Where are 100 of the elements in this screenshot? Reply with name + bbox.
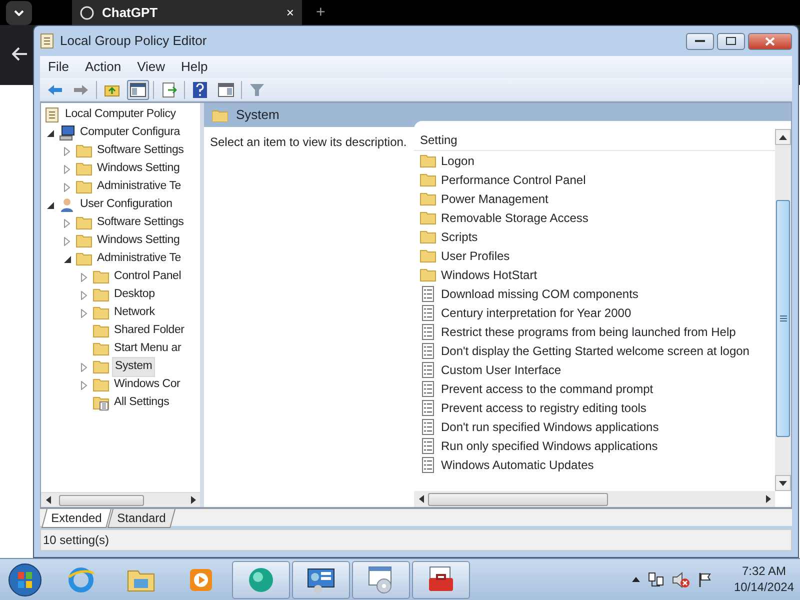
tree-item[interactable]: Administrative Te (95, 250, 183, 268)
scroll-left-icon (46, 496, 50, 504)
back-icon (47, 84, 63, 96)
menu-item[interactable]: Action (76, 57, 130, 77)
menu-item[interactable]: Help (173, 57, 216, 77)
network-icon[interactable] (648, 572, 664, 588)
expand-arrow-icon[interactable] (78, 307, 90, 319)
expand-arrow-icon[interactable] (61, 217, 73, 229)
help-icon (193, 82, 207, 98)
tree-item[interactable]: Windows Setting (95, 232, 182, 250)
new-tab-button[interactable]: + (316, 0, 326, 24)
maximize-button[interactable] (717, 32, 745, 50)
setting-name[interactable]: Scripts (441, 228, 478, 246)
tree-item[interactable]: Network (112, 304, 157, 322)
minimize-icon (695, 39, 705, 43)
minimize-button[interactable] (686, 32, 714, 50)
setting-name[interactable]: Logon (441, 152, 474, 170)
policy-icon (40, 33, 54, 49)
tree-item[interactable]: Software Settings (95, 214, 186, 232)
expand-arrow-icon[interactable] (78, 361, 90, 373)
section-title: System (236, 106, 280, 124)
computer-icon (59, 125, 75, 141)
setting-name[interactable]: Prevent access to registry editing tools (441, 398, 646, 416)
expand-arrow-icon[interactable] (78, 379, 90, 391)
folder-icon (93, 269, 109, 285)
scrollbar-thumb[interactable] (428, 492, 608, 506)
tree-item[interactable]: All Settings (112, 394, 172, 412)
setting-name[interactable]: Century interpretation for Year 2000 (441, 304, 632, 322)
folder-icon (93, 359, 109, 375)
folder-icon (420, 266, 436, 282)
setting-name[interactable]: Download missing COM components (441, 284, 638, 302)
folder-icon (420, 228, 436, 244)
folder-icon (420, 248, 436, 264)
close-button[interactable] (748, 32, 792, 50)
scroll-right-icon (766, 495, 770, 503)
window-title: Local Group Policy Editor (60, 32, 207, 50)
tree-item[interactable]: Desktop (112, 286, 157, 304)
folder-icon (93, 377, 109, 393)
tree-item[interactable]: Software Settings (95, 142, 186, 160)
setting-name[interactable]: Performance Control Panel (441, 170, 586, 188)
setting-name[interactable]: Windows Automatic Updates (441, 456, 594, 474)
expand-arrow-icon[interactable] (61, 145, 73, 157)
taskbar-button[interactable] (292, 560, 350, 598)
tree-item[interactable]: Local Computer Policy (63, 106, 178, 124)
setting-name[interactable]: Windows HotStart (441, 266, 538, 284)
tree-item[interactable]: Shared Folder (112, 322, 186, 340)
show-tree-icon (130, 82, 146, 96)
forward-icon (73, 84, 89, 96)
scrollbar-thumb[interactable] (776, 200, 790, 437)
setting-name[interactable]: Prevent access to the command prompt (441, 380, 654, 398)
tree-item[interactable]: User Configuration (78, 196, 174, 214)
scrollbar-thumb[interactable] (59, 494, 144, 506)
view-tab[interactable]: Standard (107, 509, 175, 528)
column-header[interactable]: Setting (414, 129, 775, 151)
policy-icon (44, 107, 60, 123)
muted-speaker-icon[interactable] (672, 572, 690, 588)
dropdown-button[interactable] (6, 0, 32, 24)
tree-item[interactable]: System (112, 357, 156, 377)
tree-item[interactable]: Windows Setting (95, 160, 182, 178)
folder-icon (76, 161, 92, 177)
scroll-up-button[interactable] (775, 129, 791, 145)
scroll-down-button[interactable] (775, 475, 791, 491)
expand-arrow-icon[interactable] (78, 271, 90, 283)
back-icon[interactable] (12, 47, 28, 61)
setting-name[interactable]: Power Management (441, 190, 548, 208)
tree-item[interactable]: Start Menu ar (112, 340, 184, 358)
clock-date: 10/14/2024 (734, 580, 794, 596)
setting-name[interactable]: Don't display the Getting Started welcome screen at logon (441, 342, 750, 360)
setting-name[interactable]: Run only specified Windows applications (441, 436, 658, 454)
show-tree-button[interactable] (127, 80, 149, 100)
folder-icon (93, 305, 109, 321)
expand-arrow-icon[interactable] (61, 163, 73, 175)
setting-icon (420, 342, 436, 358)
expand-arrow-icon[interactable] (78, 289, 90, 301)
show-hidden-icons-icon[interactable] (632, 577, 640, 582)
view-tab[interactable]: Extended (41, 509, 112, 528)
tree-item[interactable]: Windows Cor (112, 376, 182, 394)
browser-tab[interactable]: ChatGPT × (72, 0, 302, 25)
tab-close-button[interactable]: × (286, 2, 294, 22)
setting-name[interactable]: Removable Storage Access (441, 208, 588, 226)
tree-item[interactable]: Computer Configura (78, 124, 182, 142)
folder-icon (93, 323, 109, 339)
taskbar-button[interactable] (412, 560, 470, 598)
flag-icon[interactable] (698, 572, 712, 588)
menu-item[interactable]: View (129, 57, 174, 77)
status-text: 10 setting(s) (43, 532, 110, 549)
menu-item[interactable]: File (40, 57, 77, 77)
setting-icon (420, 418, 436, 434)
expand-arrow-icon[interactable] (61, 181, 73, 193)
user-icon (59, 197, 75, 213)
setting-name[interactable]: Don't run specified Windows applications (441, 418, 659, 436)
expand-arrow-icon[interactable] (61, 235, 73, 247)
folder-icon (76, 233, 92, 249)
tree-item[interactable]: Control Panel (112, 268, 184, 286)
tree-item[interactable]: Administrative Te (95, 178, 183, 196)
scroll-down-icon (779, 480, 787, 486)
setting-icon (420, 362, 436, 378)
setting-name[interactable]: Restrict these programs from being launched from Help (441, 322, 736, 340)
setting-name[interactable]: Custom User Interface (441, 360, 562, 378)
setting-name[interactable]: User Profiles (441, 246, 510, 264)
